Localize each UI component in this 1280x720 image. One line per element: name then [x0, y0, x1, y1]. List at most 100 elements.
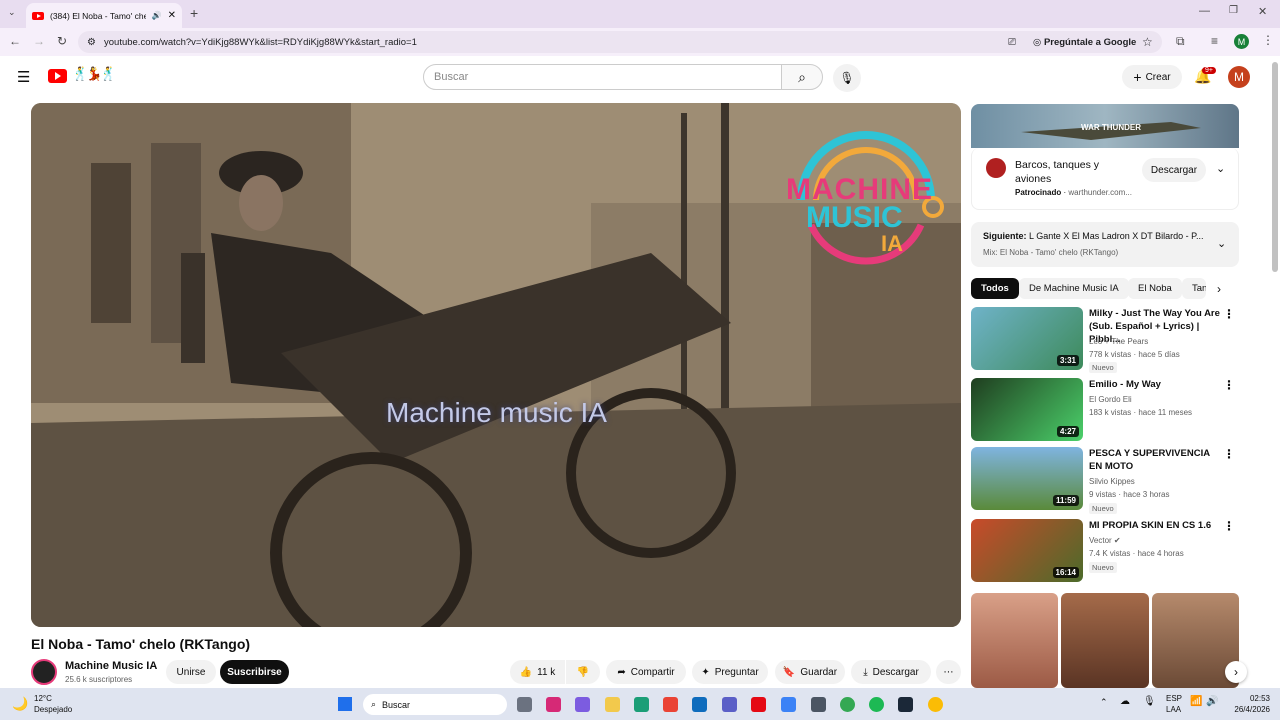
language-code[interactable]: ESP — [1166, 694, 1182, 703]
shorts-thumbnail[interactable] — [1061, 593, 1149, 688]
tray-chevron-icon[interactable]: ⌃ — [1100, 697, 1108, 708]
new-tab-icon[interactable]: + — [190, 5, 198, 21]
volume-icon[interactable]: 🔊 — [1206, 696, 1218, 707]
chips-next-chevron-icon[interactable]: › — [1217, 282, 1221, 296]
store-icon[interactable] — [781, 697, 796, 712]
shorts-next-button[interactable]: › — [1225, 661, 1247, 683]
spotify-icon[interactable] — [869, 697, 884, 712]
edge-icon[interactable] — [634, 697, 649, 712]
more-vert-icon[interactable]: ⋮ — [1223, 447, 1235, 461]
tray-mic-icon[interactable]: 🎙 — [1143, 696, 1156, 707]
create-button[interactable]: + Crear — [1122, 65, 1182, 89]
back-icon[interactable]: ← — [9, 34, 21, 48]
extensions-icon[interactable]: ⧉ — [1176, 34, 1185, 49]
media-control-icon[interactable]: ≡ — [1211, 34, 1218, 48]
task-view-icon[interactable] — [517, 697, 532, 712]
search-input[interactable]: Buscar — [423, 64, 782, 90]
window-close-icon[interactable]: ✕ — [1258, 5, 1267, 18]
share-button[interactable]: ➦ Compartir — [606, 660, 686, 684]
page-scrollbar[interactable] — [1272, 62, 1278, 272]
voice-search-button[interactable]: 🎙 — [833, 64, 861, 92]
channel-name[interactable]: Machine Music IA — [65, 660, 157, 672]
video-player[interactable]: MACHINE MUSIC IA Machine music IA — [31, 103, 961, 627]
account-avatar[interactable]: M — [1228, 66, 1250, 88]
bookmark-star-icon[interactable]: ☆ — [1142, 35, 1153, 49]
site-info-icon[interactable]: ⚙ — [87, 37, 96, 48]
weather-icon[interactable]: 🌙 — [12, 696, 28, 712]
profile-avatar[interactable]: M — [1234, 34, 1249, 49]
save-button[interactable]: 🔖 Guardar — [775, 660, 845, 684]
tray-cloud-icon[interactable]: ☁ — [1120, 696, 1130, 707]
dislike-button[interactable]: 👎 — [566, 660, 600, 684]
reload-icon[interactable]: ↻ — [57, 34, 67, 48]
recommendation-item[interactable]: 11:59 PESCA Y SUPERVIVENCIA EN MOTO Silv… — [971, 447, 1241, 514]
ad-download-button[interactable]: Descargar — [1142, 158, 1206, 182]
ad-logo[interactable] — [986, 158, 1006, 178]
wifi-icon[interactable]: 📶 — [1190, 696, 1202, 707]
ad-expand-chevron-icon[interactable]: ⌄ — [1216, 162, 1225, 175]
channel-avatar[interactable] — [31, 659, 57, 685]
subscribe-button[interactable]: Suscribirse — [220, 660, 289, 684]
windows-start-icon[interactable] — [338, 697, 352, 711]
like-button[interactable]: 👍 11 k — [510, 660, 565, 684]
ask-button[interactable]: ✦ Preguntar — [692, 660, 768, 684]
speaker-icon[interactable]: 🔊 — [152, 11, 162, 20]
url-field[interactable]: ⚙ youtube.com/watch?v=YdiKjg88WYk&list=R… — [78, 31, 1162, 53]
clock-time[interactable]: 02:53 — [1222, 694, 1270, 703]
recommendation-item[interactable]: 16:14 MI PROPIA SKIN EN CS 1.6 Vector ✔ … — [971, 519, 1241, 583]
doodle-figures-icon[interactable]: 🕺💃🕺 — [72, 66, 117, 82]
browser-tab[interactable]: (384) El Noba - Tamo' chelo 🔊 ✕ — [26, 3, 182, 28]
chip-todos[interactable]: Todos — [971, 278, 1019, 299]
settings-app-icon[interactable] — [811, 697, 826, 712]
more-vert-icon[interactable]: ⋮ — [1223, 307, 1235, 321]
copilot-icon[interactable] — [575, 697, 590, 712]
more-actions-button[interactable]: ⋯ — [936, 660, 961, 684]
taskbar-search[interactable]: ⌕ Buscar — [363, 694, 507, 715]
maximize-icon[interactable]: ❐ — [1229, 5, 1238, 16]
up-next-card[interactable]: Siguiente: L Gante X El Mas Ladron X DT … — [971, 222, 1239, 267]
duration-badge: 4:27 — [1056, 426, 1079, 437]
chrome-profile-icon[interactable] — [928, 697, 943, 712]
outlook-icon[interactable] — [692, 697, 707, 712]
tab-close-icon[interactable]: ✕ — [168, 10, 176, 21]
more-vert-icon[interactable]: ⋮ — [1223, 519, 1235, 533]
video-thumbnail[interactable]: 11:59 — [971, 447, 1083, 510]
recommendation-item[interactable]: 3:31 Milky - Just The Way You Are (Sub. … — [971, 307, 1241, 373]
cast-icon[interactable]: ⎚ — [1008, 37, 1016, 48]
video-thumbnail[interactable]: 3:31 — [971, 307, 1083, 370]
steam-icon[interactable] — [898, 697, 913, 712]
chrome-active-icon[interactable] — [840, 697, 855, 712]
tab-list-icon[interactable]: ⌄ — [8, 7, 16, 18]
download-button[interactable]: ⤓ Descargar — [851, 660, 931, 684]
chrome-app-icon[interactable] — [663, 697, 678, 712]
chip-tango[interactable]: Tan — [1182, 278, 1206, 299]
menu-icon[interactable]: ☰ — [17, 68, 30, 86]
forward-icon[interactable]: → — [33, 34, 45, 48]
mix-expand-chevron-icon[interactable]: ⌄ — [1217, 237, 1226, 250]
weather-temp[interactable]: 12°C — [34, 694, 52, 703]
video-thumbnail[interactable]: 4:27 — [971, 378, 1083, 441]
shorts-thumbnail[interactable] — [971, 593, 1058, 688]
search-button[interactable]: ⌕ — [781, 64, 823, 90]
ask-google-button[interactable]: ◎ Pregúntale a Google — [1033, 37, 1136, 48]
browser-menu-icon[interactable]: ⋮ — [1262, 33, 1274, 47]
file-explorer-icon[interactable] — [605, 697, 620, 712]
more-vert-icon[interactable]: ⋮ — [1223, 378, 1235, 392]
recommendation-item[interactable]: 4:27 Emilio - My Way El Gordo Eli 183 k … — [971, 378, 1241, 442]
chip-el-noba[interactable]: El Noba — [1128, 278, 1182, 299]
share-label: Compartir — [630, 666, 675, 678]
ask-google-label: Pregúntale a Google — [1043, 36, 1137, 48]
join-button[interactable]: Unirse — [166, 660, 216, 684]
sponsored-label: Patrocinado — [1015, 188, 1062, 197]
minimize-icon[interactable]: — — [1199, 5, 1210, 17]
chip-machine-music[interactable]: De Machine Music IA — [1019, 278, 1129, 299]
teams-icon[interactable] — [722, 697, 737, 712]
netflix-icon[interactable] — [751, 697, 766, 712]
ad-title[interactable]: Barcos, tanques y aviones — [1015, 158, 1125, 186]
rec-channel: El Gordo Eli — [1089, 395, 1132, 404]
ad-banner[interactable]: WAR THUNDER — [971, 104, 1239, 148]
instagram-icon[interactable] — [546, 697, 561, 712]
youtube-logo[interactable] — [48, 69, 67, 83]
rec-channel-name: Vector — [1089, 536, 1112, 545]
video-thumbnail[interactable]: 16:14 — [971, 519, 1083, 582]
